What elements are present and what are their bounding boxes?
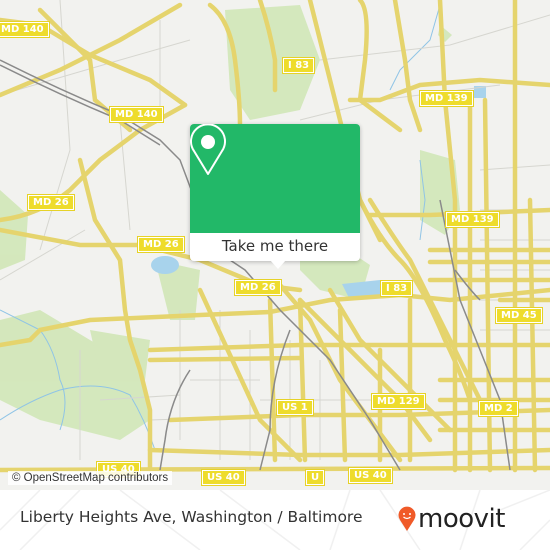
location-name: Liberty Heights Ave, Washington / Baltim… bbox=[20, 508, 363, 526]
shield-md140-a: MD 140 bbox=[0, 21, 50, 38]
shield-us40-b: US 40 bbox=[201, 469, 246, 486]
shield-md139-north: MD 139 bbox=[419, 90, 474, 107]
shield-md45: MD 45 bbox=[495, 307, 543, 324]
shield-us-partial: U bbox=[304, 469, 326, 486]
shield-md26-west: MD 26 bbox=[27, 194, 75, 211]
location-popup[interactable]: Take me there bbox=[190, 124, 360, 261]
shield-i83-south: I 83 bbox=[379, 280, 414, 297]
footer: Liberty Heights Ave, Washington / Baltim… bbox=[0, 490, 550, 550]
shield-md129: MD 129 bbox=[371, 393, 426, 410]
shield-i83-north: I 83 bbox=[281, 57, 316, 74]
moovit-pin-icon bbox=[398, 506, 416, 531]
take-me-there-button[interactable]: Take me there bbox=[190, 233, 360, 261]
shield-md26-east: MD 26 bbox=[234, 279, 282, 296]
shield-md2: MD 2 bbox=[478, 400, 519, 417]
popup-pointer bbox=[270, 260, 286, 269]
shield-md140-b: MD 140 bbox=[109, 106, 164, 123]
shield-md26-mid: MD 26 bbox=[137, 236, 185, 253]
location-pin-icon bbox=[190, 124, 226, 175]
moovit-logo[interactable]: moovit bbox=[398, 504, 505, 534]
moovit-brand-text: moovit bbox=[418, 504, 505, 534]
map-attribution[interactable]: © OpenStreetMap contributors bbox=[8, 471, 173, 485]
shield-us40-c: US 40 bbox=[348, 467, 393, 484]
popup-header[interactable] bbox=[190, 124, 360, 233]
map[interactable]: MD 140 I 83 MD 139 MD 140 MD 26 MD 139 M… bbox=[0, 0, 550, 490]
shield-md139-south: MD 139 bbox=[445, 211, 500, 228]
shield-us1: US 1 bbox=[276, 399, 314, 416]
